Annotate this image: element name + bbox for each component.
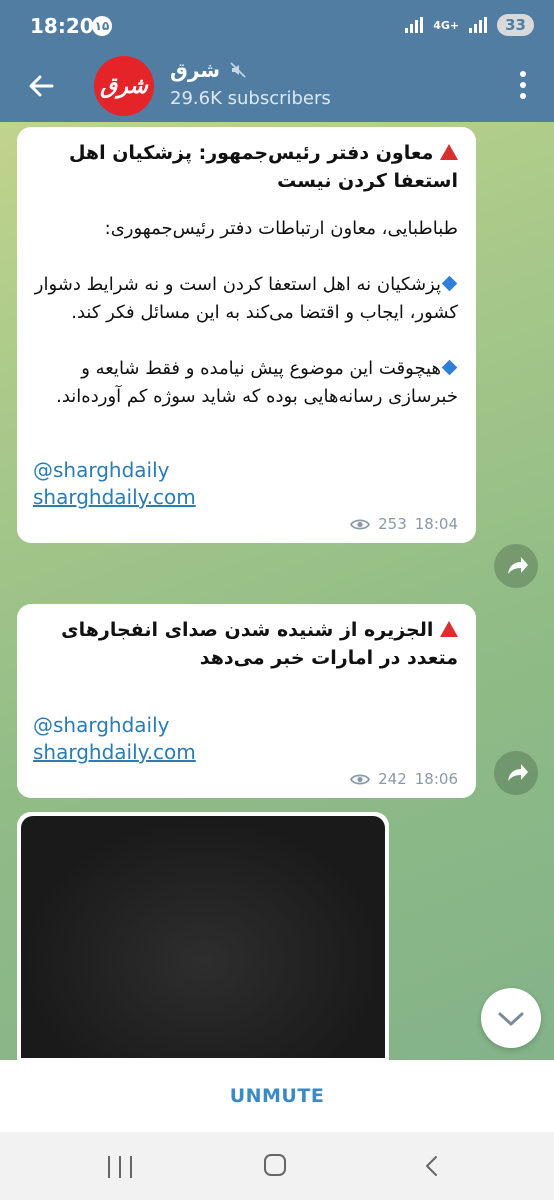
status-bar: 18:20 ۱۵ 4G+ 33: [0, 0, 554, 52]
home-icon[interactable]: [264, 1154, 286, 1176]
scroll-down-button[interactable]: [481, 988, 541, 1048]
system-navigation-bar: [0, 1132, 554, 1200]
channel-name: شرق: [170, 58, 220, 82]
message-title: الجزیره از شنیده شدن صدای انفجارهای متعد…: [61, 619, 458, 669]
recent-apps-icon[interactable]: [108, 1156, 132, 1178]
unmute-button[interactable]: UNMUTE: [230, 1085, 325, 1107]
share-arrow-icon: [508, 764, 528, 781]
subscriber-count: 29.6K subscribers: [170, 88, 331, 109]
view-count: 242: [378, 770, 407, 788]
share-arrow-icon: [508, 557, 528, 574]
signal-icon: [469, 17, 488, 33]
status-indicators: 4G+ 33: [405, 14, 534, 36]
eye-icon: [350, 773, 371, 785]
eye-icon: [350, 518, 371, 530]
back-arrow-icon[interactable]: [22, 66, 62, 106]
message-time: 18:06: [414, 770, 458, 788]
message-meta: 242 18:06: [33, 770, 458, 788]
channel-avatar[interactable]: شرق: [94, 56, 154, 116]
video-thumbnail[interactable]: [21, 816, 385, 1058]
red-triangle-icon: [440, 144, 458, 160]
message-bubble[interactable]: الجزیره از شنیده شدن صدای انفجارهای متعد…: [17, 604, 476, 798]
share-button[interactable]: [494, 751, 538, 795]
website-link[interactable]: sharghdaily.com: [33, 739, 458, 766]
channel-title[interactable]: شرق: [170, 58, 246, 82]
message-time: 18:04: [414, 515, 458, 533]
battery-indicator: 33: [497, 14, 534, 36]
chat-header: شرق شرق 29.6K subscribers: [0, 52, 554, 122]
network-label: 4G+: [433, 18, 460, 32]
blue-diamond-icon: [441, 275, 458, 292]
message-meta: 253 18:04: [33, 515, 458, 533]
notification-badge: ۱۵: [92, 16, 112, 36]
red-triangle-icon: [440, 621, 458, 637]
signal-icon: [405, 17, 424, 33]
message-body: طباطبایی، معاون ارتباطات دفتر رئیس‌جمهور…: [33, 215, 458, 411]
message-links: @sharghdaily sharghdaily.com: [33, 457, 458, 511]
blue-diamond-icon: [441, 359, 458, 376]
message-point: هیچوقت این موضوع پیش نیامده و فقط شایعه …: [56, 358, 458, 407]
website-link[interactable]: sharghdaily.com: [33, 484, 458, 511]
share-button[interactable]: [494, 544, 538, 588]
chevron-down-icon: [498, 1012, 524, 1026]
view-count: 253: [378, 515, 407, 533]
message-point: پزشکیان نه اهل استعفا کردن است و نه شرای…: [34, 274, 458, 323]
muted-speaker-icon: [230, 62, 246, 78]
bottom-bar: UNMUTE: [0, 1060, 554, 1132]
channel-handle-link[interactable]: @sharghdaily: [33, 712, 458, 739]
channel-handle-link[interactable]: @sharghdaily: [33, 457, 458, 484]
message-title: معاون دفتر رئیس‌جمهور: پزشکیان اهل استعف…: [68, 142, 458, 192]
status-time: 18:20: [30, 14, 94, 38]
system-back-icon[interactable]: [420, 1154, 444, 1178]
message-bubble[interactable]: معاون دفتر رئیس‌جمهور: پزشکیان اهل استعف…: [17, 127, 476, 543]
message-links: @sharghdaily sharghdaily.com: [33, 712, 458, 766]
message-intro: طباطبایی، معاون ارتباطات دفتر رئیس‌جمهور…: [104, 218, 458, 239]
media-message[interactable]: [17, 812, 389, 1062]
more-options-icon[interactable]: [518, 70, 528, 100]
